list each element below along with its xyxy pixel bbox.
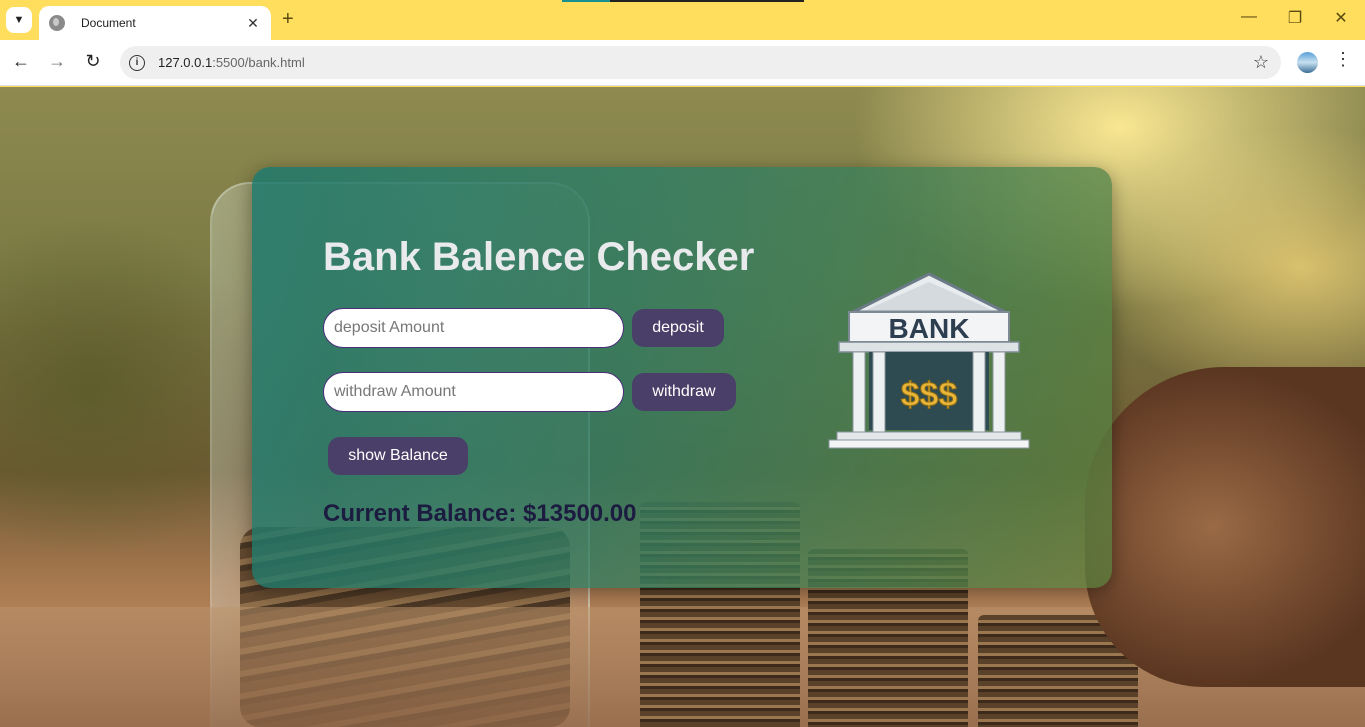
page-title: Bank Balence Checker xyxy=(323,235,755,279)
globe-icon xyxy=(49,15,65,31)
bank-sign: BANK xyxy=(889,313,970,344)
browser-tab[interactable]: Document ✕ xyxy=(39,6,271,40)
browser-tab-bar: ▼ Document ✕ + — ❐ ✕ xyxy=(0,0,1365,40)
deposit-button[interactable]: deposit xyxy=(632,309,724,347)
window-close-icon[interactable]: ✕ xyxy=(1318,8,1364,28)
reload-icon[interactable]: ↻ xyxy=(81,51,105,72)
bank-building-icon: BANK $$$ xyxy=(828,272,1030,449)
profile-avatar[interactable] xyxy=(1297,52,1318,73)
deposit-input[interactable] xyxy=(323,308,624,348)
bookmark-star-icon[interactable]: ☆ xyxy=(1253,52,1269,73)
plus-icon[interactable]: + xyxy=(282,8,294,31)
withdraw-input[interactable] xyxy=(323,372,624,412)
tab-list-button[interactable]: ▼ xyxy=(6,7,32,33)
address-bar[interactable]: i 127.0.0.1:5500/bank.html ☆ xyxy=(120,46,1281,79)
bank-dollar-signs: $$$ xyxy=(901,376,958,414)
kebab-menu-icon[interactable]: ⋮ xyxy=(1334,49,1352,70)
site-info-icon[interactable]: i xyxy=(129,54,145,71)
close-icon[interactable]: ✕ xyxy=(245,15,261,32)
balance-card: Bank Balence Checker deposit withdraw sh… xyxy=(252,167,1112,588)
back-arrow-icon[interactable]: ← xyxy=(9,51,33,72)
window-drag-indicator xyxy=(562,0,804,2)
show-balance-button[interactable]: show Balance xyxy=(328,437,468,475)
browser-toolbar: ← → ↻ i 127.0.0.1:5500/bank.html ☆ ⋮ xyxy=(0,40,1365,86)
restore-icon[interactable]: ❐ xyxy=(1272,8,1318,28)
forward-arrow-icon[interactable]: → xyxy=(45,51,69,72)
url-text[interactable]: 127.0.0.1:5500/bank.html xyxy=(158,55,305,70)
tab-title: Document xyxy=(81,16,136,30)
minimize-icon[interactable]: — xyxy=(1226,8,1272,26)
chevron-down-icon: ▼ xyxy=(13,14,25,26)
withdraw-button[interactable]: withdraw xyxy=(632,373,736,411)
current-balance: Current Balance: $13500.00 xyxy=(323,500,637,527)
background-hand xyxy=(1085,367,1365,687)
